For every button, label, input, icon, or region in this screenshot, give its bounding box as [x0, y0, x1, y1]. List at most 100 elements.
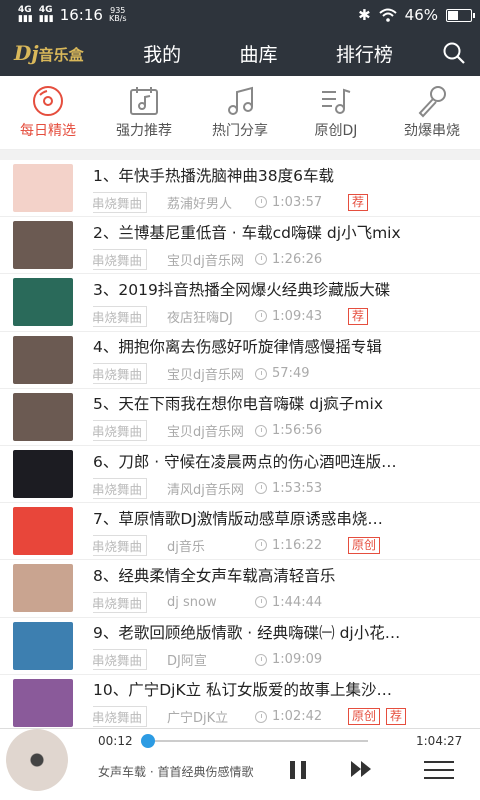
progress-handle[interactable]	[140, 733, 155, 748]
genre-badge: 串烧舞曲	[93, 248, 148, 270]
song-row[interactable]: 10、广宁DjK立 私订女版爱的故事上集沙… 串烧舞曲 广宁DjK立 1:02:…	[0, 675, 480, 728]
clock-icon	[255, 653, 268, 666]
category-label: 强力推荐	[116, 123, 172, 139]
song-duration: 1:44:44	[272, 594, 323, 610]
category-daily-picks[interactable]: 每日精选	[0, 76, 96, 149]
clock-icon	[255, 596, 268, 609]
song-cover	[13, 392, 73, 441]
song-cover	[13, 335, 73, 384]
uploader-name: DJ阿宣	[167, 654, 207, 670]
genre-badge: 串烧舞曲	[93, 305, 148, 327]
song-tag: 荐	[348, 307, 369, 325]
clock-icon	[255, 482, 268, 495]
category-bar: 每日精选 强力推荐 热门分享 原创DJ 劲爆串烧	[0, 76, 480, 150]
song-row[interactable]: 7、草原情歌DJ激情版动感草原诱惑串烧… 串烧舞曲 dj音乐 1:16:22 原…	[0, 503, 480, 561]
progress-track[interactable]	[142, 739, 368, 742]
uploader-name: 清风dj音乐网	[167, 482, 244, 498]
playlist-icon[interactable]	[424, 759, 454, 781]
song-row[interactable]: 6、刀郎 · 守候在凌晨两点的伤心酒吧连版… 串烧舞曲 清风dj音乐网 1:53…	[0, 446, 480, 504]
uploader-name: dj snow	[167, 594, 217, 610]
category-medley[interactable]: 劲爆串烧	[384, 76, 480, 149]
song-duration: 1:02:42	[272, 709, 323, 725]
song-duration: 1:09:43	[272, 308, 323, 324]
song-tag: 原创	[348, 536, 381, 554]
song-cover	[13, 278, 73, 327]
signal-icon-2: 4G ▮▮▮	[38, 5, 54, 24]
category-popular-share[interactable]: 热门分享	[192, 76, 288, 149]
clock-icon	[255, 424, 268, 437]
disc-icon	[33, 86, 63, 116]
pause-icon[interactable]	[288, 759, 308, 781]
song-duration: 1:26:26	[272, 251, 323, 267]
song-tag: 荐	[348, 193, 369, 211]
category-label: 热门分享	[212, 123, 268, 139]
total-time: 1:04:27	[416, 733, 463, 748]
song-duration: 1:56:56	[272, 423, 323, 439]
uploader-name: 荔浦好男人	[167, 196, 233, 212]
now-playing-title: 女声车载 · 首首经典伤感情歌	[98, 764, 254, 779]
uploader-name: dj音乐	[167, 539, 205, 555]
song-title: 6、刀郎 · 守候在凌晨两点的伤心酒吧连版…	[93, 452, 397, 471]
song-row[interactable]: 4、拥抱你离去伤感好听旋律情感慢摇专辑 串烧舞曲 宝贝dj音乐网 57:49	[0, 332, 480, 389]
top-navigation: Dj音乐盒 我的 曲库 排行榜	[0, 30, 480, 76]
song-tag: 原创	[348, 708, 381, 726]
song-cover	[13, 621, 73, 670]
song-row[interactable]: 2、兰博基尼重低音 · 车载cd嗨碟 dj小飞mix 串烧舞曲 宝贝dj音乐网 …	[0, 217, 480, 275]
music-note-icon	[228, 86, 253, 115]
clock-icon	[255, 196, 268, 209]
category-label: 劲爆串烧	[404, 123, 460, 139]
song-title: 7、草原情歌DJ激情版动感草原诱惑串烧…	[93, 509, 383, 528]
song-cover	[13, 450, 73, 499]
network-speed: 935 KB/s	[108, 6, 127, 23]
song-tag: 荐	[386, 708, 407, 726]
category-label: 原创DJ	[314, 123, 358, 139]
uploader-name: 宝贝dj音乐网	[167, 253, 244, 269]
song-duration: 1:53:53	[272, 480, 323, 496]
search-icon[interactable]	[442, 41, 466, 65]
song-title: 10、广宁DjK立 私订女版爱的故事上集沙…	[93, 681, 393, 700]
song-cover	[13, 507, 73, 556]
music-list-icon	[322, 88, 351, 114]
app-logo: Dj音乐盒	[14, 41, 84, 65]
category-original-dj[interactable]: 原创DJ	[288, 76, 384, 149]
now-playing-cover[interactable]	[6, 728, 68, 791]
song-duration: 1:16:22	[272, 537, 323, 553]
genre-badge: 串烧舞曲	[93, 534, 148, 556]
song-list: 1、年快手热播洗脑神曲38度6车载 串烧舞曲 荔浦好男人 1:03:57 荐 2…	[0, 160, 480, 728]
calendar-music-icon	[130, 87, 158, 115]
song-title: 1、年快手热播洗脑神曲38度6车载	[93, 166, 334, 185]
genre-badge: 串烧舞曲	[93, 420, 148, 442]
genre-badge: 串烧舞曲	[93, 706, 148, 728]
genre-badge: 串烧舞曲	[93, 649, 148, 671]
song-row[interactable]: 3、2019抖音热播全网爆火经典珍藏版大碟 串烧舞曲 夜店狂嗨DJ 1:09:4…	[0, 274, 480, 332]
tab-library[interactable]: 曲库	[239, 40, 277, 67]
battery-icon	[446, 8, 475, 22]
song-title: 3、2019抖音热播全网爆火经典珍藏版大碟	[93, 280, 391, 299]
song-row[interactable]: 1、年快手热播洗脑神曲38度6车载 串烧舞曲 荔浦好男人 1:03:57 荐	[0, 160, 480, 218]
clock-icon	[255, 367, 268, 380]
tab-mine[interactable]: 我的	[143, 40, 181, 67]
song-row[interactable]: 8、经典柔情全女声车载高清轻音乐 串烧舞曲 dj snow 1:44:44	[0, 560, 480, 618]
uploader-name: 宝贝dj音乐网	[167, 368, 244, 384]
category-recommended[interactable]: 强力推荐	[96, 76, 192, 149]
uploader-name: 广宁DjK立	[167, 711, 229, 727]
category-label: 每日精选	[20, 123, 76, 139]
tab-ranking[interactable]: 排行榜	[336, 40, 393, 67]
song-row[interactable]: 9、老歌回顾绝版情歌 · 经典嗨碟㈠ dj小花… 串烧舞曲 DJ阿宣 1:09:…	[0, 618, 480, 675]
next-icon[interactable]	[350, 759, 374, 779]
genre-badge: 串烧舞曲	[93, 363, 148, 385]
clock-icon	[255, 710, 268, 723]
status-bar: 4G ▮▮▮ 4G ▮▮▮ 16:16 935 KB/s ✱ 46%	[0, 0, 480, 30]
signal-icon: 4G ▮▮▮	[18, 5, 33, 24]
clock-icon	[255, 539, 268, 552]
song-cover	[13, 164, 73, 213]
genre-badge: 串烧舞曲	[93, 591, 148, 613]
song-row[interactable]: 5、天在下雨我在想你电音嗨碟 dj疯子mix 串烧舞曲 宝贝dj音乐网 1:56…	[0, 389, 480, 446]
uploader-name: 宝贝dj音乐网	[167, 425, 244, 441]
current-time: 00:12	[98, 733, 133, 748]
song-title: 8、经典柔情全女声车载高清轻音乐	[93, 566, 336, 585]
song-duration: 1:03:57	[272, 194, 323, 210]
battery-percent: 46%	[404, 6, 438, 24]
song-title: 9、老歌回顾绝版情歌 · 经典嗨碟㈠ dj小花…	[93, 624, 401, 643]
song-duration: 57:49	[272, 366, 310, 382]
